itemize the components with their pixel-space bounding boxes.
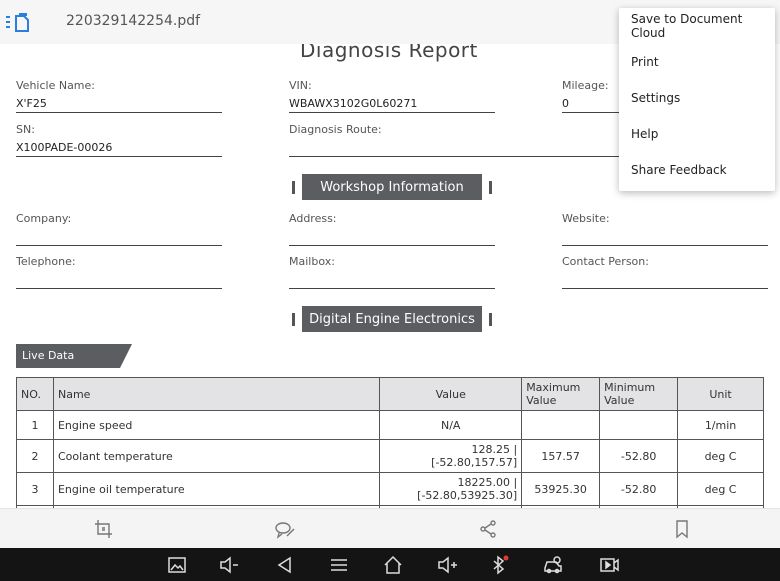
banner-bar bbox=[489, 181, 492, 194]
row-unit: 1/min bbox=[677, 410, 764, 440]
menu-item-help[interactable]: Help bbox=[619, 116, 775, 152]
vin-value: WBAWX3102G0L60271 bbox=[289, 97, 418, 110]
sn-label: SN: bbox=[16, 123, 35, 136]
address-value bbox=[289, 230, 495, 244]
column-header-no: NO. bbox=[16, 377, 54, 411]
vin-field: VIN: WBAWX3102G0L60271 bbox=[289, 79, 495, 113]
underline bbox=[289, 288, 495, 289]
row-min: -52.80 bbox=[599, 439, 679, 473]
vehicle-name-field: Vehicle Name: X'F25 bbox=[16, 79, 222, 113]
underline bbox=[562, 245, 768, 246]
mailbox-field: Mailbox: bbox=[289, 255, 495, 289]
underline bbox=[562, 288, 768, 289]
menu-item-share-feedback[interactable]: Share Feedback bbox=[619, 152, 775, 188]
underline bbox=[289, 112, 495, 113]
row-max: 157.57 bbox=[521, 439, 601, 473]
row-name: Engine oil temperature bbox=[52, 472, 381, 506]
row-name: Engine speed bbox=[52, 410, 381, 440]
website-value bbox=[562, 230, 768, 244]
contact-person-label: Contact Person: bbox=[562, 255, 649, 268]
menu-item-save-to-document-cloud[interactable]: Save to Document Cloud bbox=[619, 8, 775, 44]
vin-label: VIN: bbox=[289, 79, 312, 92]
company-label: Company: bbox=[16, 212, 72, 225]
record-icon[interactable] bbox=[598, 555, 620, 575]
row-value: 18225.00 | [-52.80,53925.30] bbox=[379, 472, 523, 506]
row-max bbox=[521, 410, 601, 440]
edit-icon[interactable] bbox=[273, 517, 297, 541]
mailbox-label: Mailbox: bbox=[289, 255, 335, 268]
bookmark-icon[interactable] bbox=[670, 517, 694, 541]
vehicle-name-label: Vehicle Name: bbox=[16, 79, 95, 92]
row-unit: deg C bbox=[677, 439, 764, 473]
banner-bar bbox=[489, 313, 492, 326]
column-header-unit: Unit bbox=[677, 377, 764, 411]
column-header-min: Minimum Value bbox=[599, 377, 679, 411]
telephone-label: Telephone: bbox=[16, 255, 76, 268]
telephone-value bbox=[16, 273, 222, 287]
system-title: Digital Engine Electronics bbox=[302, 306, 482, 332]
live-data-label: Live Data bbox=[22, 349, 75, 362]
row-value: 128.25 | [-52.80,157.57] bbox=[379, 439, 523, 473]
underline bbox=[16, 245, 222, 246]
address-field: Address: bbox=[289, 212, 495, 246]
digital-engine-electronics-banner: Digital Engine Electronics bbox=[292, 306, 492, 334]
company-value bbox=[16, 230, 222, 244]
row-name: Coolant temperature bbox=[52, 439, 381, 473]
crop-icon[interactable] bbox=[92, 517, 116, 541]
volume-up-icon[interactable] bbox=[436, 555, 458, 575]
back-icon[interactable] bbox=[274, 555, 296, 575]
document-filename: 220329142254.pdf bbox=[66, 13, 201, 29]
underline bbox=[16, 112, 222, 113]
overflow-menu: Save to Document Cloud Print Settings He… bbox=[619, 8, 775, 191]
bottom-toolbar bbox=[0, 508, 780, 549]
contact-person-value bbox=[562, 273, 768, 287]
row-no: 3 bbox=[16, 472, 54, 506]
mailbox-value bbox=[289, 273, 495, 287]
column-header-max: Maximum Value bbox=[521, 377, 601, 411]
bluetooth-icon[interactable] bbox=[488, 555, 510, 575]
menu-item-settings[interactable]: Settings bbox=[619, 80, 775, 116]
live-data-tab: Live Data bbox=[16, 344, 132, 368]
workshop-information-title: Workshop Information bbox=[302, 174, 482, 200]
vehicle-icon[interactable] bbox=[542, 555, 564, 575]
underline bbox=[16, 156, 222, 157]
home-icon[interactable] bbox=[382, 555, 404, 575]
underline bbox=[16, 288, 222, 289]
row-min bbox=[599, 410, 679, 440]
share-icon[interactable] bbox=[476, 517, 500, 541]
row-value: N/A bbox=[379, 410, 523, 440]
screenshot-icon[interactable] bbox=[166, 555, 188, 575]
table-row: 2 Coolant temperature 128.25 | [-52.80,1… bbox=[16, 439, 764, 473]
underline bbox=[289, 245, 495, 246]
live-data-table: NO. Name Value Maximum Value Minimum Val… bbox=[16, 377, 764, 508]
menu-icon[interactable] bbox=[328, 555, 350, 575]
table-row: 3 Engine oil temperature 18225.00 | [-52… bbox=[16, 472, 764, 506]
contact-person-field: Contact Person: bbox=[562, 255, 768, 289]
website-label: Website: bbox=[562, 212, 610, 225]
column-header-name: Name bbox=[52, 377, 381, 411]
sn-value: X100PADE-00026 bbox=[16, 141, 113, 154]
banner-bar bbox=[292, 313, 295, 326]
banner-bar bbox=[292, 181, 295, 194]
row-min: -52.80 bbox=[599, 472, 679, 506]
volume-down-icon[interactable] bbox=[218, 555, 240, 575]
workshop-information-banner: Workshop Information bbox=[292, 174, 492, 202]
website-field: Website: bbox=[562, 212, 768, 246]
system-nav-bar bbox=[0, 548, 780, 581]
vehicle-name-value: X'F25 bbox=[16, 97, 47, 110]
report-title: Diagnosis Report bbox=[300, 44, 478, 62]
row-max: 53925.30 bbox=[521, 472, 601, 506]
address-label: Address: bbox=[289, 212, 337, 225]
table-row: 1 Engine speed N/A 1/min bbox=[16, 410, 764, 440]
row-unit: deg C bbox=[677, 472, 764, 506]
row-no: 2 bbox=[16, 439, 54, 473]
table-header-row: NO. Name Value Maximum Value Minimum Val… bbox=[16, 377, 764, 411]
sn-field: SN: X100PADE-00026 bbox=[16, 123, 222, 157]
column-header-value: Value bbox=[379, 377, 523, 411]
company-field: Company: bbox=[16, 212, 222, 246]
document-menu-icon[interactable] bbox=[6, 12, 36, 34]
menu-item-print[interactable]: Print bbox=[619, 44, 775, 80]
telephone-field: Telephone: bbox=[16, 255, 222, 289]
row-no: 1 bbox=[16, 410, 54, 440]
